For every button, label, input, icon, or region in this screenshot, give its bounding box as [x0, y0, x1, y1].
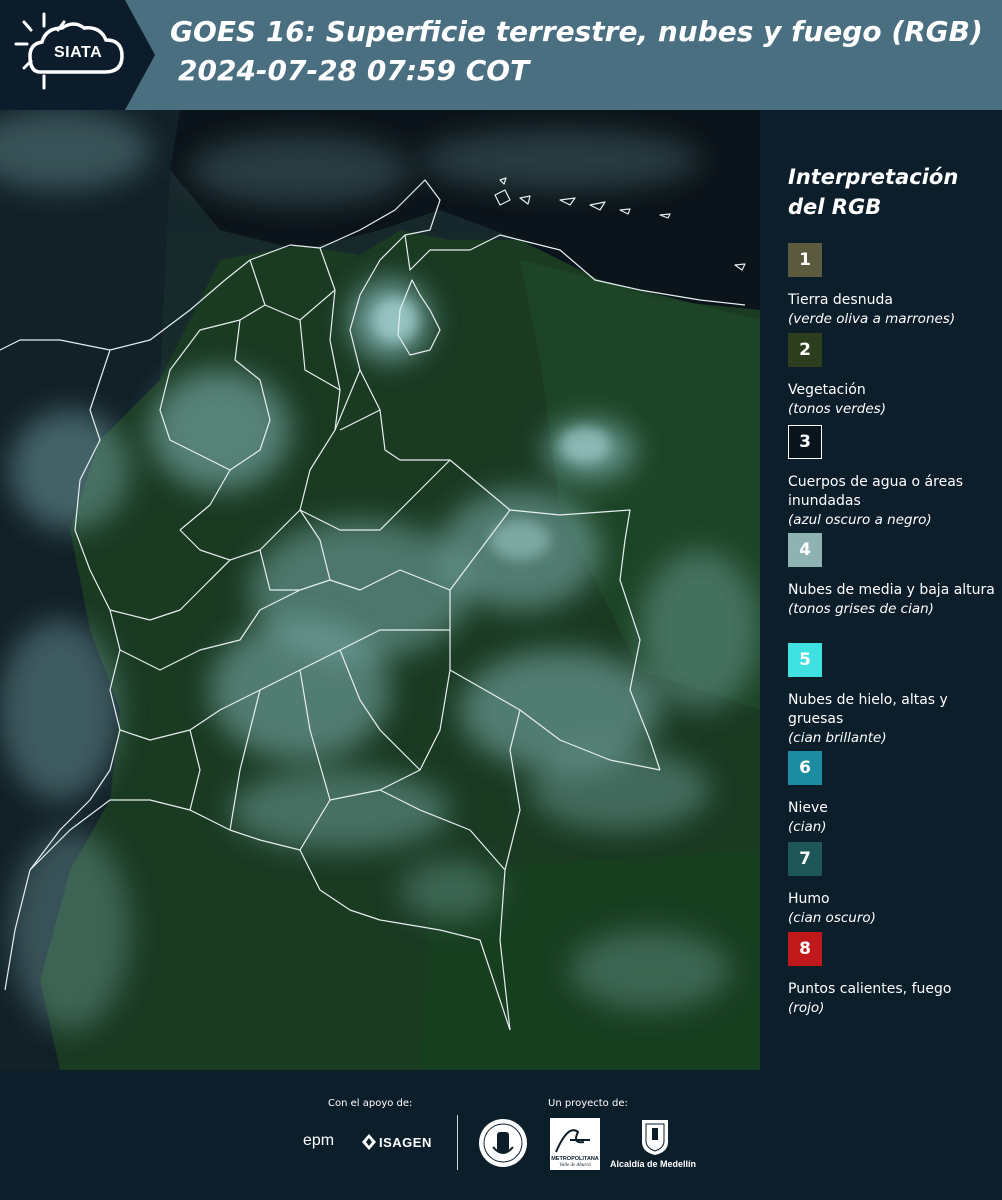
legend-label: Tierra desnuda — [788, 292, 893, 308]
header: SIATA GOES 16: Superficie terrestre, nub… — [0, 0, 1002, 110]
legend-swatch: 2 — [788, 333, 822, 367]
alcaldia-label: Alcaldía de Medellín — [610, 1159, 697, 1169]
legend-swatch: 7 — [788, 842, 822, 876]
legend-swatch: 8 — [788, 932, 822, 966]
legend-label: Nieve — [788, 800, 828, 816]
isagen-logo: ISAGEN — [379, 1135, 432, 1150]
area-metropolitana-logo: METROPOLITANA Valle de Aburrá — [550, 1118, 600, 1174]
epm-logo: epm — [303, 1132, 335, 1149]
legend-swatch: 4 — [788, 533, 822, 567]
legend-label: Humo — [788, 891, 830, 907]
legend-sublabel: (tonos grises de cian) — [788, 601, 934, 617]
legend-title: Interpretación del RGB — [788, 165, 959, 219]
footer: Con el apoyo de: Un proyecto de: epm ISA… — [0, 1070, 1002, 1200]
legend-item: 1 Tierra desnuda (verde oliva a marrones… — [788, 243, 998, 329]
legend-item: 5 Nubes de hielo, altas y gruesas (cian … — [788, 643, 998, 748]
support-label: Con el apoyo de: — [328, 1098, 413, 1109]
legend-label: Vegetación — [788, 382, 866, 398]
legend-sublabel: (rojo) — [788, 1000, 825, 1016]
legend-label: Nubes de hielo, altas y gruesas — [788, 692, 948, 727]
alcaldia-coat-of-arms — [640, 1118, 670, 1160]
page-title: GOES 16: Superficie terrestre, nubes y f… — [170, 15, 983, 48]
legend-label: Cuerpos de agua o áreas inundadas — [788, 474, 964, 509]
legend-label: Nubes de media y baja altura — [788, 582, 995, 598]
legend-item: 6 Nieve (cian) — [788, 751, 998, 837]
legend-item: 4 Nubes de media y baja altura (tonos gr… — [788, 533, 998, 619]
legend-swatch: 5 — [788, 643, 822, 677]
metro-name: METROPOLITANA — [551, 1156, 599, 1162]
legend-sublabel: (cian oscuro) — [788, 910, 876, 926]
satellite-image — [0, 110, 760, 1070]
satellite-map — [0, 110, 760, 1070]
legend-swatch: 6 — [788, 751, 822, 785]
page-timestamp: 2024-07-28 07:59 COT — [178, 54, 530, 87]
medellin-seal-logo — [477, 1117, 529, 1173]
legend-label: Puntos calientes, fuego — [788, 981, 952, 997]
siata-logo: SIATA — [0, 0, 155, 110]
legend-sublabel: (azul oscuro a negro) — [788, 512, 932, 528]
legend-panel: Interpretación del RGB 1 Tierra desnuda … — [760, 110, 1002, 1070]
legend-swatch: 3 — [788, 425, 822, 459]
legend-sublabel: (cian brillante) — [788, 730, 887, 746]
legend-item: 8 Puntos calientes, fuego (rojo) — [788, 932, 998, 1018]
isagen-icon — [362, 1134, 376, 1154]
logo-text: SIATA — [54, 44, 103, 61]
legend-item: 3 Cuerpos de agua o áreas inundadas (azu… — [788, 425, 998, 530]
metro-sub: Valle de Aburrá — [559, 1163, 591, 1168]
legend-sublabel: (verde oliva a marrones) — [788, 311, 956, 327]
legend-item: 2 Vegetación (tonos verdes) — [788, 333, 998, 419]
project-label: Un proyecto de: — [548, 1098, 628, 1109]
legend-sublabel: (cian) — [788, 819, 827, 835]
legend-item: 7 Humo (cian oscuro) — [788, 842, 998, 928]
footer-divider — [457, 1115, 458, 1170]
legend-swatch: 1 — [788, 243, 822, 277]
legend-sublabel: (tonos verdes) — [788, 401, 886, 417]
